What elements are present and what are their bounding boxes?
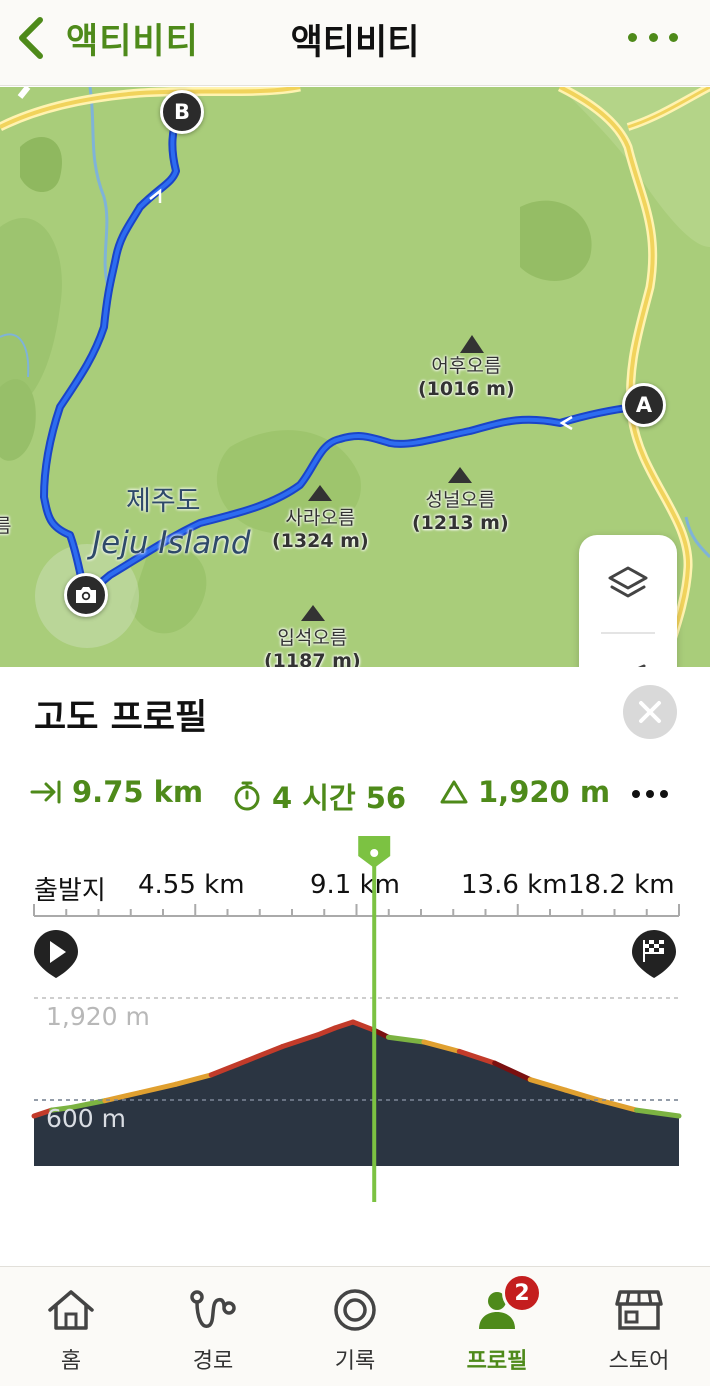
start-marker[interactable]: A [622,383,666,427]
nav-store[interactable]: 스토어 [568,1267,710,1386]
finish-flag-icon [632,930,676,978]
duration-stat: 4 시간 56 [232,775,406,817]
min-elevation-label: 600 m [46,1104,127,1133]
close-icon [639,701,661,723]
store-icon [614,1287,664,1333]
home-icon [46,1287,96,1333]
more-options-button[interactable] [628,22,678,52]
start-flag-icon [34,930,78,978]
island-name-en: Jeju Island [92,525,251,561]
layers-button[interactable] [579,535,677,633]
dot-icon [669,32,678,42]
partial-map-label: 름 [0,515,12,537]
panel-title: 고도 프로필 [34,698,208,738]
navigation-arrow-icon [637,664,646,667]
back-label: 액티비티 [66,21,199,62]
nav-profile[interactable]: 2 프로필 [426,1267,568,1386]
peak-label: 성널오름 (1213 m) [412,489,509,534]
end-marker[interactable]: B [160,90,204,134]
peak-label: 어후오름 (1016 m) [418,355,515,400]
nav-label: 스토어 [608,1349,670,1374]
layers-icon [608,566,648,598]
top-bar: 액티비티 액티비티 [0,0,710,86]
record-icon [332,1287,378,1333]
back-button[interactable]: 액티비티 [14,10,199,66]
distance-stat: 9.75 km [30,775,203,809]
dot-icon [648,32,658,42]
elevation-stat: 1,920 m [440,775,610,809]
stopwatch-icon [234,781,260,811]
dot-icon [646,790,654,798]
nav-label: 기록 [334,1349,376,1374]
notification-badge: 2 [502,1273,542,1313]
nav-label: 홈 [60,1349,82,1374]
profile-icon: 2 [474,1273,542,1333]
map-view[interactable]: 어후오름 (1016 m) 사라오름 (1324 m) 성널오름 (1213 m… [0,87,710,667]
distance-ruler [33,904,680,917]
dot-icon [628,32,637,42]
map-controls [579,535,677,667]
elevation-value: 1,920 m [478,775,611,809]
nav-home[interactable]: 홈 [0,1267,142,1386]
distance-arrow-icon [30,780,61,804]
divider [601,632,655,634]
dot-icon [660,790,668,798]
activity-screen: 액티비티 액티비티 어후오름 (1016 m) 사라오름 (1324 m) 성널… [0,0,710,1386]
camera-icon [76,587,96,603]
route-icon [188,1287,238,1333]
nav-routes[interactable]: 경로 [142,1267,284,1386]
ascent-triangle-icon [440,780,468,804]
max-elevation-label: 1,920 m [46,1002,150,1031]
photo-marker[interactable] [64,573,108,617]
island-name-ko: 제주도 [126,486,201,517]
locate-button[interactable] [579,633,677,667]
chevron-left-icon [19,17,43,59]
distance-value: 9.75 km [72,775,204,809]
stats-row: 9.75 km 4 시간 56 1,920 m [30,775,680,815]
peak-label: 입석오름 (1187 m) [264,627,361,667]
stats-more-button[interactable] [632,787,668,801]
close-button[interactable] [623,685,677,739]
peak-label: 사라오름 (1324 m) [272,507,369,552]
nav-record[interactable]: 기록 [284,1267,426,1386]
bottom-navigation: 홈 경로 기록 2 프로필 스토어 [0,1266,710,1386]
nav-label: 프로필 [466,1349,528,1374]
nav-label: 경로 [192,1349,234,1374]
duration-value: 4 시간 56 [272,781,407,815]
dot-icon [632,790,640,798]
